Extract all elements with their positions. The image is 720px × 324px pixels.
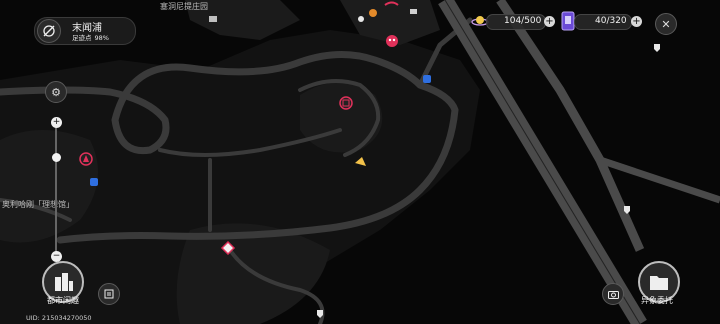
gear-icon: ⚙ <box>51 85 61 99</box>
settings-gear-button[interactable]: ⚙ <box>45 81 67 103</box>
plus-icon: + <box>545 15 554 27</box>
car-icon <box>410 9 417 14</box>
minus-icon: − <box>52 251 61 261</box>
city-events-label: 都市闲趣 <box>47 296 79 305</box>
camera-button[interactable] <box>602 283 624 305</box>
white-marker-icon <box>358 16 364 22</box>
uid-text: UID: 215034270050 <box>26 314 92 322</box>
add-card-pack-button[interactable]: + <box>631 16 642 27</box>
map-label-top: 塞洞尼提庄园 <box>160 2 208 11</box>
zoom-in-button[interactable]: + <box>51 117 62 128</box>
close-button[interactable]: ✕ <box>655 13 677 35</box>
blue-npc-icon <box>423 75 431 83</box>
exploration-label: 足迹点 <box>72 34 92 42</box>
building-icon <box>209 16 217 22</box>
anomaly-commission-label: 异象委托 <box>641 296 673 305</box>
ghost-npc-icon <box>386 35 398 47</box>
camera-icon <box>607 290 619 299</box>
zoom-slider-handle[interactable] <box>52 153 61 162</box>
map-label-left: 奥利哈刚「理想馆」 <box>2 200 74 209</box>
zoom-slider-track[interactable] <box>55 121 57 257</box>
energy-value: 104/500 <box>504 16 542 26</box>
notes-icon <box>104 289 114 299</box>
exploration-progress: 足迹点 98% <box>72 32 109 42</box>
shop-icon <box>339 96 353 110</box>
map-canvas[interactable] <box>0 0 720 324</box>
event-marker-icon <box>79 152 93 166</box>
region-emblem-icon <box>37 19 61 43</box>
card-pack-icon <box>561 11 575 31</box>
blue-npc-icon <box>90 178 98 186</box>
notes-button[interactable] <box>98 283 120 305</box>
add-energy-button[interactable]: + <box>544 16 555 27</box>
plus-icon: + <box>52 117 61 127</box>
exploration-value: 98% <box>94 34 109 42</box>
card-pack-value: 40/320 <box>595 16 627 26</box>
shield-icon <box>654 44 660 52</box>
orange-quest-icon <box>369 9 377 17</box>
close-icon: ✕ <box>661 17 671 31</box>
plus-icon: + <box>632 15 641 27</box>
